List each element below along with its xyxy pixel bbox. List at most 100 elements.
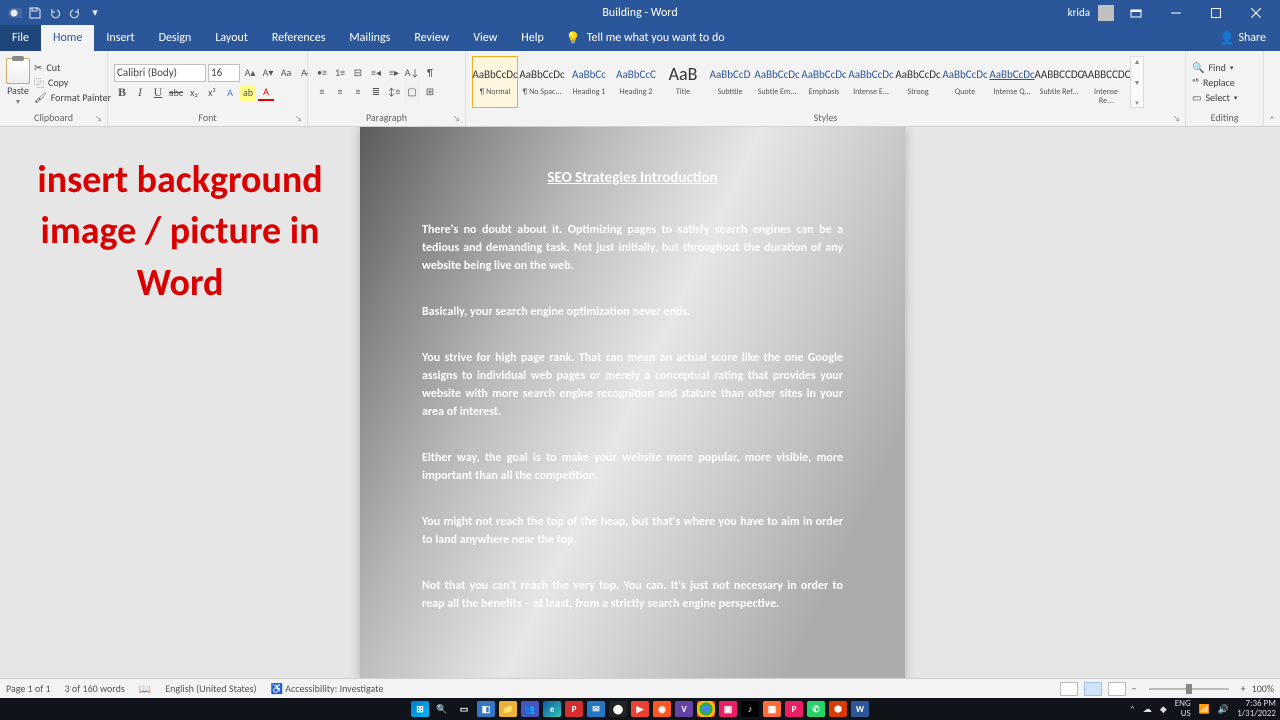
tab-help[interactable]: Help xyxy=(509,25,556,51)
document-page[interactable]: SEO Strategies Introduction There's no d… xyxy=(360,127,905,678)
strike-button[interactable]: abc xyxy=(168,85,184,101)
style-strong[interactable]: AaBbCcDcStrong xyxy=(895,56,941,108)
tray-chevron-icon[interactable]: ˄ xyxy=(1130,704,1135,715)
zoom-slider[interactable] xyxy=(1149,688,1229,690)
font-size-combo[interactable]: 16 xyxy=(208,64,240,82)
tray-clock[interactable]: 7:36 PM1/31/2022 xyxy=(1237,699,1276,719)
tab-design[interactable]: Design xyxy=(147,25,204,51)
superscript-button[interactable]: x² xyxy=(204,85,220,101)
view-read-button[interactable] xyxy=(1060,682,1078,696)
select-button[interactable]: ▭Select▾ xyxy=(1192,91,1237,104)
style-intense-re-[interactable]: AABBCCDCIntense Re... xyxy=(1083,56,1129,108)
font-name-combo[interactable]: Calibri (Body) xyxy=(114,64,206,82)
tray-onedrive-icon[interactable]: ☁ xyxy=(1143,704,1152,715)
user-avatar[interactable] xyxy=(1098,5,1114,21)
word-taskbar-icon[interactable]: W xyxy=(851,701,869,717)
maximize-button[interactable] xyxy=(1198,0,1234,25)
style-subtitle[interactable]: AaBbCcDSubtitle xyxy=(707,56,753,108)
zoom-in-button[interactable]: + xyxy=(1241,682,1246,695)
paragraph-launcher-icon[interactable]: ↘ xyxy=(453,114,463,124)
underline-button[interactable]: U xyxy=(150,85,166,101)
styles-launcher-icon[interactable]: ↘ xyxy=(1173,114,1183,124)
tab-view[interactable]: View xyxy=(461,25,509,51)
subscript-button[interactable]: x₂ xyxy=(186,85,202,101)
style-subtle-em-[interactable]: AaBbCcDcSubtle Em... xyxy=(754,56,800,108)
close-button[interactable] xyxy=(1238,0,1274,25)
edge-icon[interactable]: e xyxy=(543,701,561,717)
widgets-icon[interactable]: ◧ xyxy=(477,701,495,717)
tab-layout[interactable]: Layout xyxy=(203,25,260,51)
italic-button[interactable]: I xyxy=(132,85,148,101)
status-language[interactable]: English (United States) xyxy=(165,682,256,695)
font-launcher-icon[interactable]: ↘ xyxy=(295,114,305,124)
status-spell-icon[interactable]: 📖 xyxy=(139,682,151,695)
app-icon-10[interactable]: P xyxy=(785,701,803,717)
replace-button[interactable]: ᵃᵇReplace xyxy=(1192,76,1237,89)
format-painter-button[interactable]: 🖌Format Painter xyxy=(34,91,111,104)
align-center-button[interactable]: ≡ xyxy=(332,84,348,100)
clipboard-launcher-icon[interactable]: ↘ xyxy=(95,114,105,124)
start-button[interactable]: ⊞ xyxy=(411,701,429,717)
line-spacing-button[interactable]: ↕≡ xyxy=(386,84,402,100)
style-quote[interactable]: AaBbCcDcQuote xyxy=(942,56,988,108)
bold-button[interactable]: B xyxy=(114,85,130,101)
app-icon-4[interactable]: ▶ xyxy=(631,701,649,717)
app-icon-9[interactable]: ▦ xyxy=(763,701,781,717)
numbering-button[interactable]: 1≡ xyxy=(332,65,348,81)
tray-app-icon[interactable]: ◆ xyxy=(1160,704,1167,715)
find-button[interactable]: 🔍Find▾ xyxy=(1192,61,1237,74)
view-print-button[interactable] xyxy=(1084,682,1102,696)
save-icon[interactable] xyxy=(28,6,42,20)
status-words[interactable]: 3 of 160 words xyxy=(65,682,125,695)
zoom-level[interactable]: 100% xyxy=(1252,682,1274,695)
tab-mailings[interactable]: Mailings xyxy=(337,25,402,51)
explorer-icon[interactable]: 📁 xyxy=(499,701,517,717)
text-effects-button[interactable]: A xyxy=(222,85,238,101)
tray-volume-icon[interactable]: 🔊 xyxy=(1218,704,1229,715)
style-emphasis[interactable]: AaBbCcDcEmphasis xyxy=(801,56,847,108)
status-page[interactable]: Page 1 of 1 xyxy=(6,682,51,695)
redo-icon[interactable] xyxy=(68,6,82,20)
chrome-icon[interactable] xyxy=(697,701,715,717)
style-intense-e-[interactable]: AaBbCcDcIntense E... xyxy=(848,56,894,108)
share-button[interactable]: 👤 Share xyxy=(1205,25,1280,51)
view-web-button[interactable] xyxy=(1108,682,1126,696)
justify-button[interactable]: ≣ xyxy=(368,84,384,100)
app-icon-1[interactable]: P xyxy=(565,701,583,717)
zoom-out-button[interactable]: − xyxy=(1132,682,1137,695)
undo-icon[interactable] xyxy=(48,6,62,20)
style-title[interactable]: AaBTitle xyxy=(660,56,706,108)
font-color-button[interactable]: A xyxy=(258,85,274,101)
app-icon-8[interactable]: ♪ xyxy=(741,701,759,717)
style-heading-2[interactable]: AaBbCcCHeading 2 xyxy=(613,56,659,108)
tray-wifi-icon[interactable]: 📶 xyxy=(1199,704,1210,715)
cut-button[interactable]: ✂Cut xyxy=(34,61,111,74)
taskbar-search-icon[interactable]: 🔍 xyxy=(433,701,451,717)
highlight-button[interactable]: ab xyxy=(240,85,256,101)
grow-font-button[interactable]: A▴ xyxy=(242,65,258,81)
app-icon-3[interactable]: ⬤ xyxy=(609,701,627,717)
tab-file[interactable]: File xyxy=(0,25,41,51)
autosave-toggle[interactable] xyxy=(8,6,22,20)
style-subtle-ref-[interactable]: AABBCCDCSubtle Ref... xyxy=(1036,56,1082,108)
tray-language[interactable]: ENGUS xyxy=(1175,699,1191,719)
system-tray[interactable]: ˄ ☁ ◆ ENGUS 📶 🔊 7:36 PM1/31/2022 xyxy=(1130,699,1276,719)
collapse-ribbon-icon[interactable]: ˄ xyxy=(1264,51,1280,126)
change-case-button[interactable]: Aa xyxy=(278,65,294,81)
multilevel-button[interactable]: ⊟ xyxy=(350,65,366,81)
copy-button[interactable]: ⿻Copy xyxy=(34,75,111,90)
style-intense-q-[interactable]: AaBbCcDcIntense Q... xyxy=(989,56,1035,108)
inc-indent-button[interactable]: ≡▸ xyxy=(386,65,402,81)
tab-home[interactable]: Home xyxy=(41,25,94,51)
styles-scroll[interactable]: ▲▼▾ xyxy=(1130,56,1144,108)
show-marks-button[interactable]: ¶ xyxy=(422,65,438,81)
shading-button[interactable]: ▢ xyxy=(404,84,420,100)
app-icon-7[interactable]: ▣ xyxy=(719,701,737,717)
tab-review[interactable]: Review xyxy=(402,25,461,51)
shrink-font-button[interactable]: A▾ xyxy=(260,65,276,81)
app-icon-2[interactable]: ✉ xyxy=(587,701,605,717)
app-icon-5[interactable]: ◉ xyxy=(653,701,671,717)
ribbon-display-icon[interactable] xyxy=(1118,0,1154,25)
office-icon[interactable]: ⬢ xyxy=(829,701,847,717)
app-icon-6[interactable]: V xyxy=(675,701,693,717)
